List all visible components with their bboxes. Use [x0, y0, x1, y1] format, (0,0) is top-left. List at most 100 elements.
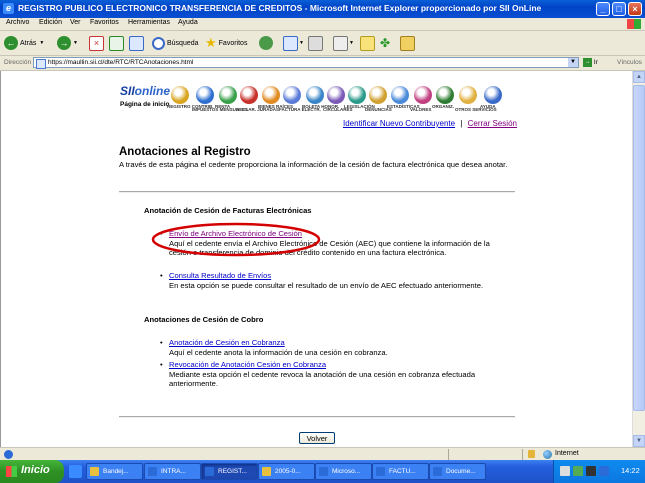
tray-security-icon[interactable]: [573, 466, 583, 476]
revoke-annotation-description: Mediante esta opción el cedente revoca l…: [169, 369, 476, 389]
tray-app-icon[interactable]: [586, 466, 596, 476]
messenger-button[interactable]: [360, 35, 375, 51]
nav-icon-8[interactable]: [327, 86, 345, 104]
menu-edicion[interactable]: Edición: [39, 19, 62, 26]
search-icon: [152, 36, 165, 50]
nav-icon-10[interactable]: [369, 86, 387, 104]
quicklaunch-ie-icon[interactable]: [69, 465, 82, 478]
menu-ayuda[interactable]: Ayuda: [178, 19, 198, 26]
taskbar-task[interactable]: Docume...: [429, 463, 486, 480]
nav-icon-7[interactable]: [306, 86, 324, 104]
toolbar: ← Atrás ▼ → ▼ × Búsqueda ★ Favoritos ▼ ▼…: [0, 31, 645, 56]
clock: 14:22: [621, 466, 640, 475]
go-button[interactable]: → Ir: [583, 58, 598, 67]
url-dropdown-button[interactable]: ▼: [568, 58, 578, 67]
nav-icon-9[interactable]: [348, 86, 366, 104]
go-label: Ir: [593, 59, 598, 67]
home-button[interactable]: [129, 35, 144, 51]
nav-icon-1[interactable]: [171, 86, 189, 104]
nav-icon-2[interactable]: [196, 86, 214, 104]
tray-network-icon[interactable]: [560, 466, 570, 476]
taskbar-task[interactable]: REGIST...: [201, 463, 258, 480]
lock-icon: [528, 450, 535, 458]
nav-icon-14[interactable]: [459, 86, 477, 104]
taskbar-task[interactable]: 2005-0...: [258, 463, 315, 480]
maximize-button[interactable]: □: [612, 2, 626, 16]
page-status-icon: [4, 450, 13, 459]
search-label: Búsqueda: [167, 39, 199, 47]
menu-herramientas[interactable]: Herramientas: [128, 19, 170, 26]
nav-icon-13[interactable]: [436, 86, 454, 104]
tray-messenger-icon[interactable]: [599, 466, 609, 476]
nav-icon-11[interactable]: [391, 86, 409, 104]
refresh-button[interactable]: [109, 35, 124, 51]
stop-button[interactable]: ×: [89, 35, 104, 51]
taskbar-task[interactable]: INTRA...: [144, 463, 201, 480]
address-label: Dirección: [4, 59, 32, 66]
revoke-annotation-link[interactable]: Revocación de Anotación Cesión en Cobran…: [169, 360, 326, 369]
back-button[interactable]: ← Atrás ▼: [4, 35, 44, 51]
nav-icon-6[interactable]: [283, 86, 301, 104]
edit-icon: [333, 35, 348, 51]
task-label: Microso...: [332, 468, 361, 475]
butterfly-button[interactable]: ✤: [380, 35, 390, 51]
menu-archivo[interactable]: Archivo: [6, 19, 29, 26]
links-label[interactable]: Vínculos: [617, 59, 642, 66]
bullet-icon: •: [160, 338, 163, 347]
task-app-icon: [148, 467, 157, 476]
taskbar-task[interactable]: FACTU...: [372, 463, 429, 480]
nav-icon-12[interactable]: [414, 86, 432, 104]
nav-icon-15[interactable]: [484, 86, 502, 104]
task-app-icon: [90, 467, 99, 476]
note-icon: [360, 35, 375, 51]
task-label: REGIST...: [218, 468, 247, 475]
collection-annotation-description: Aquí el cedente anota la información de …: [169, 347, 388, 357]
menu-favoritos[interactable]: Favoritos: [90, 19, 119, 26]
nav-icon-5[interactable]: [262, 86, 280, 104]
nav-icon-3[interactable]: [219, 86, 237, 104]
go-arrow-icon: →: [583, 58, 592, 67]
print-button[interactable]: [308, 35, 323, 51]
collection-annotation-link[interactable]: Anotación de Cesión en Cobranza: [169, 338, 285, 347]
query-results-link[interactable]: Consulta Resultado de Envíos: [169, 271, 271, 280]
taskbar-task[interactable]: Bandej...: [86, 463, 143, 480]
nav-icon-4[interactable]: [240, 86, 258, 104]
windows-logo-icon: [627, 19, 641, 29]
task-app-icon: [376, 467, 385, 476]
address-bar: Dirección https://maullin.sii.cl/dte/RTC…: [0, 56, 645, 71]
minimize-button[interactable]: _: [596, 2, 610, 16]
sii-logo[interactable]: SIIonline Página de inicio: [120, 84, 170, 112]
refresh-icon: [109, 35, 124, 51]
nav-icon-label: AYUDA: [480, 104, 496, 109]
edit-button[interactable]: ▼: [333, 35, 354, 51]
start-button[interactable]: Inicio: [0, 460, 64, 483]
star-icon: ★: [205, 35, 217, 50]
page-title: Anotaciones al Registro: [119, 146, 251, 158]
favorites-label: Favoritos: [218, 39, 248, 47]
home-icon: [129, 35, 144, 51]
task-app-icon: [433, 467, 442, 476]
search-button[interactable]: Búsqueda: [152, 35, 199, 51]
link-separator: |: [460, 119, 463, 128]
history-button[interactable]: [259, 35, 275, 51]
mail-button[interactable]: ▼: [283, 35, 304, 51]
nav-icon-label: RENTA: [215, 104, 231, 109]
identify-contributor-link[interactable]: Identificar Nuevo Contribuyente: [343, 119, 455, 128]
scroll-up-button[interactable]: ▲: [633, 71, 645, 83]
scroll-down-button[interactable]: ▼: [633, 435, 645, 447]
taskbar-task[interactable]: Microso...: [315, 463, 372, 480]
research-button[interactable]: [400, 35, 415, 51]
scroll-thumb[interactable]: [633, 85, 645, 411]
page-icon: [36, 59, 46, 69]
url-field[interactable]: https://maullin.sii.cl/dte/RTC/RTCAnotac…: [33, 57, 579, 69]
close-button[interactable]: ×: [628, 2, 642, 16]
vertical-scrollbar[interactable]: ▲ ▼: [632, 71, 645, 447]
home-link-label: Página de inicio: [120, 101, 170, 108]
task-app-icon: [262, 467, 271, 476]
menu-ver[interactable]: Ver: [70, 19, 81, 26]
favorites-button[interactable]: ★ Favoritos: [205, 35, 247, 51]
back-page-button[interactable]: Volver: [299, 432, 335, 444]
logout-link[interactable]: Cerrar Sesión: [468, 119, 517, 128]
stop-icon: ×: [89, 35, 104, 51]
forward-button[interactable]: → ▼: [57, 35, 78, 51]
